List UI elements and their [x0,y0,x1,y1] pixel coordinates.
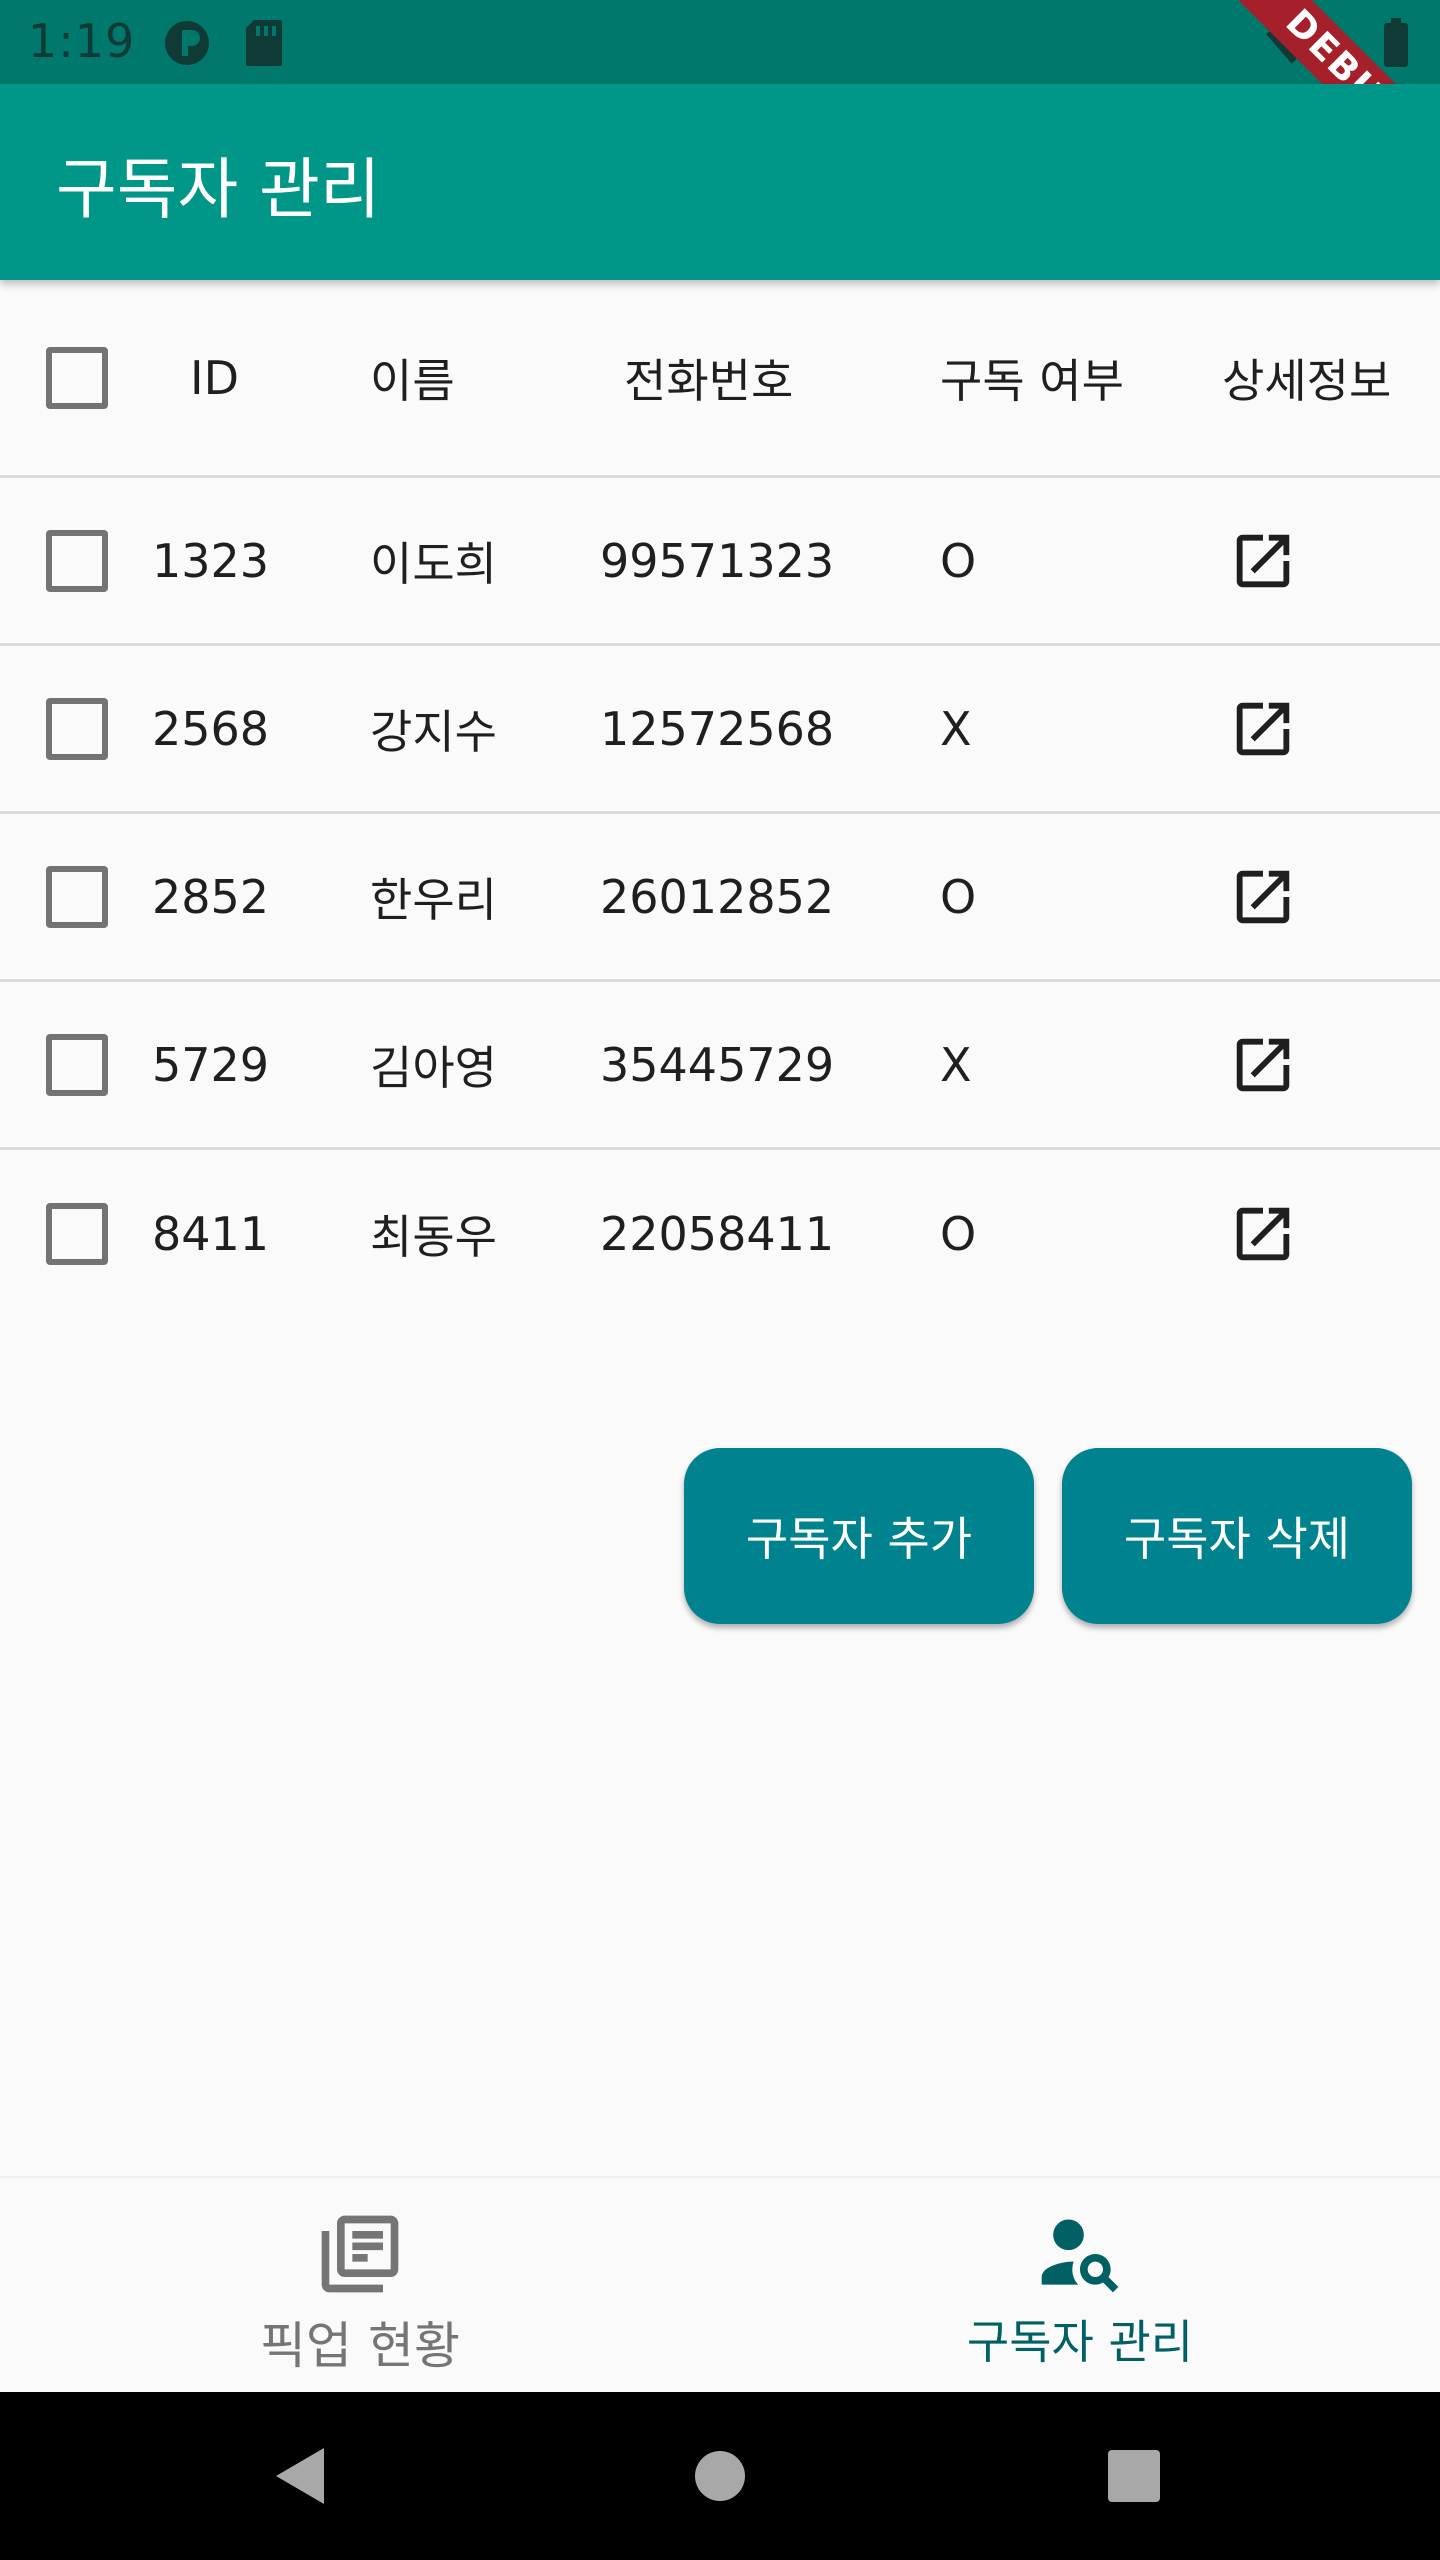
open-in-new-icon[interactable] [1228,526,1298,596]
subscriber-table: ID 이름 전화번호 구독 여부 상세정보 1323 이도희 99571323 … [0,280,1440,1318]
cell-name: 김아영 [370,1040,497,1095]
row-checkbox[interactable] [46,529,108,592]
app-bar: 구독자 관리 [0,84,1440,280]
select-all-checkbox[interactable] [46,346,108,409]
status-time: 1:19 [28,14,136,68]
header-subscribed: 구독 여부 [940,353,1124,408]
cell-id: 2852 [152,869,270,924]
open-in-new-icon[interactable] [1228,862,1298,932]
status-bar: 1:19 DEBUG [0,0,1440,206]
header-name: 이름 [370,353,455,408]
delete-subscriber-button[interactable]: 구독자 삭제 [1062,1448,1412,1624]
cell-subscribed: O [940,869,977,924]
cell-phone: 26012852 [600,869,835,924]
nav-item-subscriber-management[interactable]: 구독자 관리 [720,2178,1440,2394]
recents-icon[interactable] [1108,2450,1160,2502]
cell-subscribed: X [940,701,972,756]
cell-id: 2568 [152,701,270,756]
open-in-new-icon[interactable] [1228,1030,1298,1100]
row-checkbox[interactable] [46,865,108,928]
table-row: 2568 강지수 12572568 X [0,646,1440,814]
cell-id: 5729 [152,1037,270,1092]
cell-name: 강지수 [370,704,497,759]
header-id: ID [190,350,239,405]
open-in-new-icon[interactable] [1228,1199,1298,1269]
system-navigation-bar [0,2392,1440,2560]
cell-id: 1323 [152,533,270,588]
app-notification-icon [165,21,209,65]
cell-phone: 22058411 [600,1207,835,1261]
cell-name: 한우리 [370,872,497,927]
sd-card-icon [246,20,282,66]
cell-phone: 35445729 [600,1037,835,1092]
cell-subscribed: O [940,1207,977,1261]
person-search-icon [1041,2219,1119,2293]
cell-subscribed: O [940,533,977,588]
table-row: 1323 이도희 99571323 O [0,478,1440,646]
table-row: 2852 한우리 26012852 O [0,814,1440,982]
nav-label-subscriber-management: 구독자 관리 [966,2315,1194,2369]
cell-phone: 12572568 [600,701,835,756]
row-checkbox[interactable] [46,697,108,760]
header-phone: 전화번호 [624,353,794,408]
cell-name: 이도희 [370,536,497,591]
back-icon[interactable] [272,2444,328,2508]
header-detail: 상세정보 [1222,353,1392,408]
cell-phone: 99571323 [600,533,835,588]
nav-label-pickup-status: 픽업 현황 [260,2317,460,2375]
cell-subscribed: X [940,1037,972,1092]
table-header-row: ID 이름 전화번호 구독 여부 상세정보 [0,280,1440,478]
nav-item-pickup-status[interactable]: 픽업 현황 [0,2178,720,2394]
row-checkbox[interactable] [46,1203,108,1265]
home-icon[interactable] [694,2450,746,2502]
open-in-new-icon[interactable] [1228,694,1298,764]
add-subscriber-button[interactable]: 구독자 추가 [684,1448,1034,1624]
battery-icon [1384,18,1408,67]
cell-id: 8411 [152,1207,270,1261]
cell-name: 최동우 [370,1210,497,1264]
bottom-navigation: 픽업 현황 구독자 관리 [0,2176,1440,2392]
page-title: 구독자 관리 [56,151,381,228]
news-list-icon [321,2215,399,2293]
row-checkbox[interactable] [46,1033,108,1096]
table-row: 8411 최동우 22058411 O [0,1150,1440,1318]
table-row: 5729 김아영 35445729 X [0,982,1440,1150]
